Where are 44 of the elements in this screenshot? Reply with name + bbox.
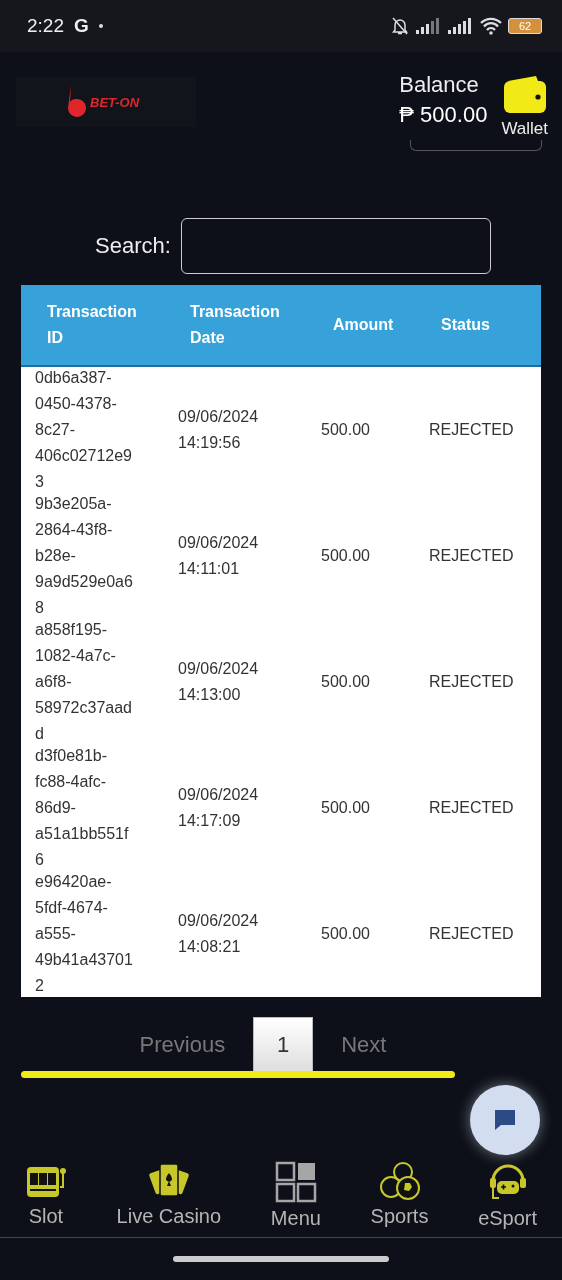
table-cell-text: 09/06/2024 14:13:00 xyxy=(177,659,260,705)
table-cell-text: 09/06/2024 14:08:21 xyxy=(177,911,260,957)
logo[interactable]: BET-ON xyxy=(16,77,196,127)
table-cell-text: 500.00 xyxy=(320,672,371,692)
grid-icon xyxy=(274,1161,317,1203)
table-cell-text: 0db6a387-0450-4378-8c27-406c02712e93 xyxy=(34,368,133,492)
muted-bell-icon xyxy=(390,16,410,36)
wifi-icon xyxy=(480,17,502,35)
table-cell-text: 09/06/2024 14:17:09 xyxy=(177,785,260,831)
table-cell-text: REJECTED xyxy=(428,798,515,818)
table-cell-text: REJECTED xyxy=(428,924,515,944)
battery-icon: 62 xyxy=(508,18,542,34)
scroll-bar[interactable] xyxy=(21,1071,455,1078)
nav-item[interactable]: Menu xyxy=(270,1161,321,1237)
balance-amount: ₱ 500.00 xyxy=(399,102,488,128)
table-cell-text: REJECTED xyxy=(428,672,515,692)
table-cell-text: e96420ae-5fdf-4674-a555-49b41a437012 xyxy=(34,872,134,996)
signal-icon xyxy=(448,18,474,34)
table-cell-text: 500.00 xyxy=(320,546,371,566)
chat-icon xyxy=(492,1107,518,1133)
table-cell-text: REJECTED xyxy=(428,420,515,440)
wallet-button[interactable]: Wallet xyxy=(501,75,548,139)
table-cell-text: 09/06/2024 14:11:01 xyxy=(177,533,260,579)
nav-item[interactable]: Sports xyxy=(370,1161,429,1237)
nav-item[interactable]: Live Casino xyxy=(116,1161,222,1237)
page-button[interactable]: 1 xyxy=(253,1017,314,1073)
next-button[interactable]: Next xyxy=(341,1032,387,1058)
table-cell-text: 500.00 xyxy=(320,798,371,818)
nav-item[interactable]: eSport xyxy=(478,1161,538,1237)
chat-button[interactable] xyxy=(470,1085,540,1155)
sports-balls-icon xyxy=(378,1161,421,1201)
nav-item[interactable]: Slot xyxy=(24,1161,67,1237)
table-cell-text: REJECTED xyxy=(428,546,515,566)
notification-dot-icon xyxy=(98,24,103,28)
table-cell-text: 500.00 xyxy=(320,420,371,440)
search-field[interactable] xyxy=(180,218,491,274)
table-cell-text: 500.00 xyxy=(320,924,371,944)
search-label: Search: xyxy=(95,233,171,259)
previous-button[interactable]: Previous xyxy=(139,1032,226,1058)
status-time: 2:22 xyxy=(27,15,64,37)
balance-label: Balance xyxy=(399,72,479,98)
status-g-letter: G xyxy=(74,15,89,37)
table-cell-text: 09/06/2024 14:19:56 xyxy=(177,407,260,453)
signal-icon xyxy=(416,18,442,34)
